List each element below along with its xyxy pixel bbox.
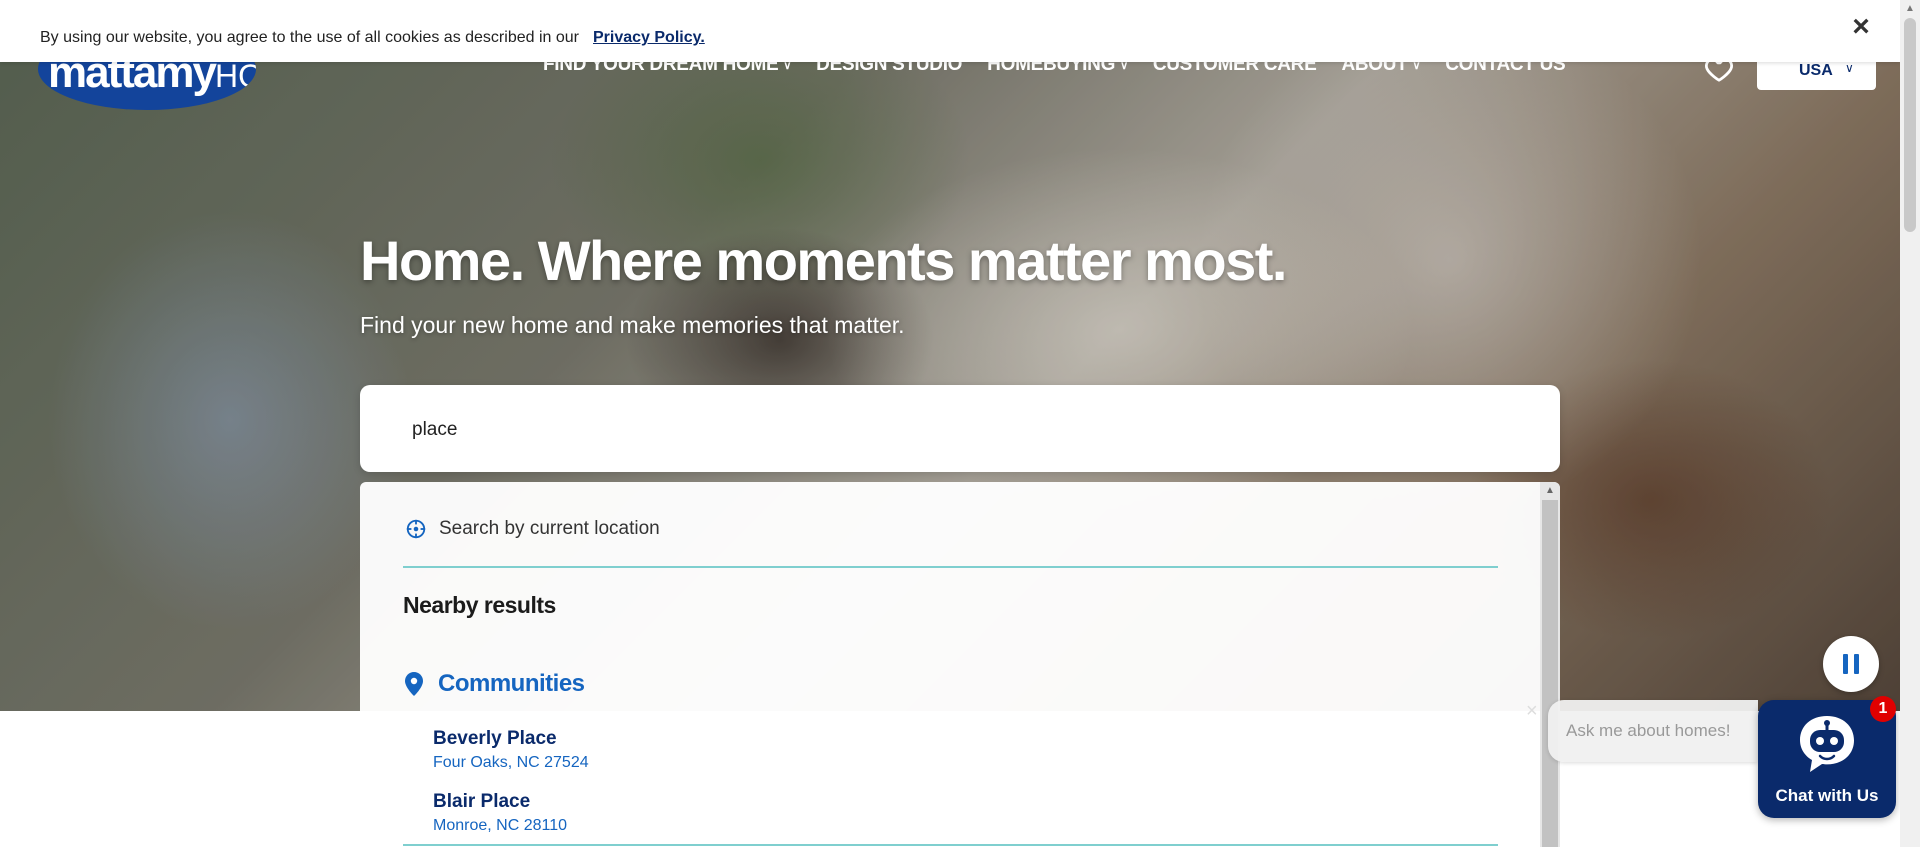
logo-suffix-text: HOMES [214, 58, 256, 94]
chat-prompt-bubble[interactable]: Ask me about homes! [1548, 700, 1758, 762]
cookie-banner: By using our website, you agree to the u… [0, 0, 1900, 62]
result-name: Blair Place [433, 791, 531, 812]
country-value: USA [1799, 62, 1833, 79]
hero-subhead: Find your new home and make memories tha… [360, 312, 905, 338]
current-location-label: Search by current location [439, 518, 660, 539]
search-suggestions-dropdown: Search by current location Nearby result… [360, 482, 1560, 847]
result-item[interactable]: Blair Place Monroe, NC 28110 [433, 791, 567, 835]
divider [403, 566, 1498, 568]
scroll-up-arrow-icon[interactable]: ▲ [1540, 485, 1560, 496]
result-address: Four Oaks, NC 27524 [433, 754, 589, 771]
pause-icon [1843, 654, 1848, 674]
map-pin-icon [405, 672, 423, 696]
cookie-text: By using our website, you agree to the u… [40, 29, 579, 46]
chat-prompt-text: Ask me about homes! [1566, 721, 1731, 740]
notification-badge: 1 [1870, 696, 1896, 722]
category-label: Communities [438, 670, 585, 697]
page-scrollbar[interactable]: ▲ [1900, 0, 1920, 847]
search-input[interactable] [410, 413, 1514, 447]
result-address: Monroe, NC 28110 [433, 817, 567, 834]
crosshair-location-icon [406, 519, 426, 539]
dropdown-scrollbar[interactable]: ▲ [1540, 482, 1560, 847]
nearby-results-heading: Nearby results [403, 592, 556, 618]
hero-headline: Home. Where moments matter most. [360, 229, 1287, 292]
dropdown-scroll-thumb[interactable] [1542, 500, 1558, 847]
cookie-close-icon[interactable]: × [1846, 12, 1876, 42]
chat-prompt-close-icon[interactable]: × [1526, 701, 1546, 721]
divider [403, 844, 1498, 846]
category-communities: Communities [405, 670, 585, 698]
search-current-location[interactable]: Search by current location [405, 518, 660, 540]
result-name: Beverly Place [433, 728, 557, 749]
chatbot-robot-icon [1800, 716, 1854, 772]
search-box [360, 385, 1560, 472]
pause-icon [1854, 654, 1859, 674]
privacy-policy-link[interactable]: Privacy Policy. [593, 29, 705, 47]
pause-video-button[interactable] [1823, 636, 1879, 692]
chat-button-label: Chat with Us [1775, 786, 1879, 805]
scroll-up-arrow-icon[interactable]: ▲ [1900, 3, 1920, 14]
result-item[interactable]: Beverly Place Four Oaks, NC 27524 [433, 728, 589, 772]
chevron-down-icon: ∨ [1845, 61, 1854, 75]
page-scroll-thumb[interactable] [1904, 18, 1916, 232]
